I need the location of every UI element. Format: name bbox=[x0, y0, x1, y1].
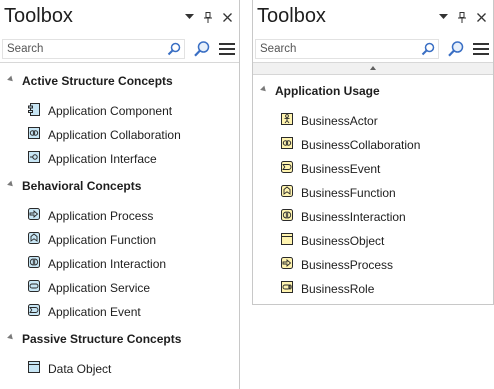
toolbox-item-label: Application Interface bbox=[48, 152, 157, 166]
search-icon[interactable] bbox=[167, 42, 181, 56]
toolbox-item-label: Application Interaction bbox=[48, 257, 167, 271]
business-event-icon bbox=[281, 161, 293, 173]
toolbox-item-label: BusinessProcess bbox=[301, 258, 394, 272]
search-row bbox=[253, 36, 493, 63]
toolbox-item-business-function[interactable]: BusinessFunction bbox=[253, 181, 493, 205]
toolbox-panel-left: Toolbox Active St bbox=[0, 0, 240, 389]
collapse-triangle-icon[interactable] bbox=[7, 333, 15, 342]
find-in-project-icon[interactable] bbox=[447, 40, 465, 58]
group-label: Application Usage bbox=[275, 84, 380, 98]
group-label: Behavioral Concepts bbox=[22, 179, 142, 193]
toolbox-item-business-event[interactable]: BusinessEvent bbox=[253, 157, 493, 181]
pin-icon[interactable] bbox=[456, 11, 468, 23]
toolbox-item-application-event[interactable]: Application Event bbox=[0, 300, 239, 324]
group-header[interactable]: Passive Structure Concepts bbox=[0, 327, 239, 351]
toolbox-item-application-collaboration[interactable]: Application Collaboration bbox=[0, 123, 239, 147]
toolbox-panel-right: Toolbox A bbox=[252, 0, 494, 305]
pin-icon[interactable] bbox=[202, 11, 214, 23]
app-service-icon bbox=[28, 280, 40, 292]
toolbox-item-label: BusinessObject bbox=[301, 234, 385, 248]
app-function-icon bbox=[28, 232, 40, 244]
toolbox-item-business-collaboration[interactable]: BusinessCollaboration bbox=[253, 133, 493, 157]
toolbox-item-label: BusinessFunction bbox=[301, 186, 396, 200]
toolbox-item-data-object[interactable]: Data Object bbox=[0, 357, 239, 381]
toolbox-item-label: BusinessActor bbox=[301, 114, 378, 128]
group-label: Passive Structure Concepts bbox=[22, 332, 182, 346]
toolbox-item-label: Application Collaboration bbox=[48, 128, 181, 142]
app-event-icon bbox=[28, 304, 40, 316]
toolbox-item-business-process[interactable]: BusinessProcess bbox=[253, 253, 493, 277]
scroll-up-arrow-icon bbox=[370, 66, 376, 70]
toolbox-item-label: Application Service bbox=[48, 281, 151, 295]
titlebar-controls bbox=[183, 11, 233, 23]
find-in-project-icon[interactable] bbox=[193, 40, 211, 58]
toolbox-item-application-interaction[interactable]: Application Interaction bbox=[0, 252, 239, 276]
titlebar-controls bbox=[437, 11, 487, 23]
app-process-icon bbox=[28, 208, 40, 220]
toolbox-item-business-interaction[interactable]: BusinessInteraction bbox=[253, 205, 493, 229]
toolbox-item-application-process[interactable]: Application Process bbox=[0, 204, 239, 228]
group-header[interactable]: Behavioral Concepts bbox=[0, 174, 239, 198]
panel-titlebar: Toolbox bbox=[0, 0, 239, 36]
search-box[interactable] bbox=[255, 39, 439, 59]
toolbox-item-label: Application Component bbox=[48, 104, 173, 118]
panel-background bbox=[252, 305, 494, 389]
search-input[interactable] bbox=[260, 42, 416, 56]
collapse-triangle-icon[interactable] bbox=[260, 85, 268, 94]
scroll-up-button[interactable] bbox=[253, 63, 493, 75]
toolbox-item-application-component[interactable]: Application Component bbox=[0, 99, 239, 123]
app-collaboration-icon bbox=[28, 127, 40, 139]
toolbox-item-application-function[interactable]: Application Function bbox=[0, 228, 239, 252]
toolbox-item-label: Data Object bbox=[48, 362, 112, 376]
toolbox-item-label: Application Process bbox=[48, 209, 154, 223]
toolbox-item-label: Application Function bbox=[48, 233, 157, 247]
close-icon[interactable] bbox=[221, 11, 233, 23]
business-role-icon bbox=[281, 281, 293, 293]
business-function-icon bbox=[281, 185, 293, 197]
business-interaction-icon bbox=[281, 209, 293, 221]
search-row bbox=[0, 36, 239, 63]
toolbox-item-application-interface[interactable]: Application Interface bbox=[0, 147, 239, 171]
toolbox-item-application-service[interactable]: Application Service bbox=[0, 276, 239, 300]
panel-title: Toolbox bbox=[257, 5, 326, 27]
panel-title: Toolbox bbox=[4, 5, 73, 27]
app-interface-icon bbox=[28, 151, 40, 163]
business-process-icon bbox=[281, 257, 293, 269]
toolbox-item-label: BusinessEvent bbox=[301, 162, 381, 176]
group-header[interactable]: Active Structure Concepts bbox=[0, 69, 239, 93]
app-interaction-icon bbox=[28, 256, 40, 268]
collapse-triangle-icon[interactable] bbox=[7, 75, 15, 84]
hamburger-menu-icon[interactable] bbox=[473, 42, 489, 56]
panel-titlebar: Toolbox bbox=[253, 0, 493, 36]
toolbox-item-label: BusinessInteraction bbox=[301, 210, 406, 224]
toolbox-item-label: Application Event bbox=[48, 305, 141, 319]
group-header[interactable]: Application Usage bbox=[253, 79, 493, 103]
search-input[interactable] bbox=[7, 42, 162, 56]
group-label: Active Structure Concepts bbox=[22, 74, 173, 88]
close-icon[interactable] bbox=[475, 11, 487, 23]
toolbox-item-label: BusinessCollaboration bbox=[301, 138, 421, 152]
toolbox-item-label: BusinessRole bbox=[301, 282, 375, 296]
toolbox-item-business-role[interactable]: BusinessRole bbox=[253, 277, 493, 301]
toolbox-item-business-actor[interactable]: BusinessActor bbox=[253, 109, 493, 133]
toolbox-item-business-object[interactable]: BusinessObject bbox=[253, 229, 493, 253]
panel-gap bbox=[240, 0, 252, 389]
search-box[interactable] bbox=[2, 39, 185, 59]
app-component-icon bbox=[28, 103, 40, 116]
collapse-triangle-icon[interactable] bbox=[7, 180, 15, 189]
dropdown-arrow-icon[interactable] bbox=[437, 11, 449, 23]
business-object-icon bbox=[281, 233, 293, 245]
business-collaboration-icon bbox=[281, 137, 293, 149]
business-actor-icon bbox=[281, 113, 293, 125]
dropdown-arrow-icon[interactable] bbox=[183, 11, 195, 23]
data-object-icon bbox=[28, 361, 40, 373]
hamburger-menu-icon[interactable] bbox=[219, 42, 235, 56]
search-icon[interactable] bbox=[421, 42, 435, 56]
